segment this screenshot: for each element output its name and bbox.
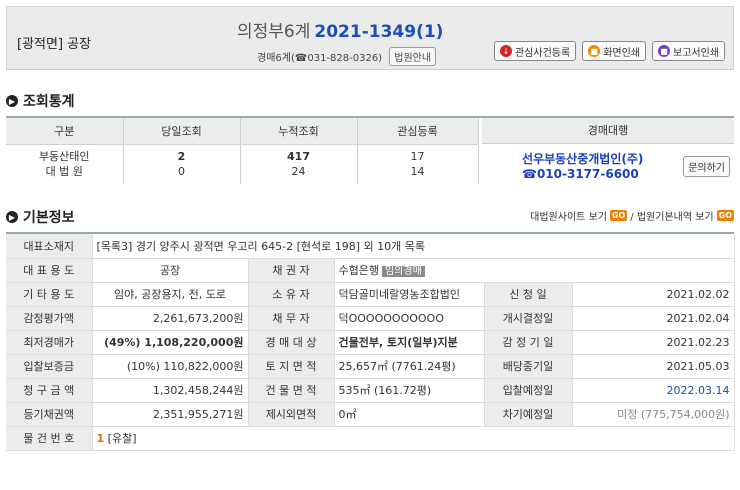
- court-details-link[interactable]: / 법원기본내역 보기: [630, 208, 713, 223]
- field-value: 건물전부, 토지(일부)지분: [334, 330, 485, 355]
- item-number: 1 [유찰]: [92, 426, 735, 451]
- supreme-court-link[interactable]: 대법원사이트 보기: [530, 208, 607, 223]
- field-label: 입찰예정일: [484, 378, 573, 403]
- case-title: 의정부6계 2021-1349(1): [237, 17, 443, 42]
- field-label: 배당종기일: [484, 354, 573, 379]
- field-value: 덕담골미네랄영농조합법인: [334, 282, 485, 307]
- field-label: 대표소재지: [6, 234, 93, 259]
- inquiry-button[interactable]: 문의하기: [683, 156, 730, 177]
- field-label: 제시외면적: [248, 402, 335, 427]
- stats-table: 구분 당일조회 누적조회 관심등록 부동산태인 대 법 원 20 417 24 17…: [6, 116, 734, 186]
- column-header: 관심등록: [357, 118, 479, 145]
- go-button[interactable]: GO: [609, 210, 628, 221]
- case-header: [광적면] 공장 의정부6계 2021-1349(1) 경매6계(☎031-828…: [6, 6, 734, 70]
- field-value: 임야, 공장용지, 전, 도로: [92, 282, 249, 307]
- field-value: 공장: [92, 258, 249, 283]
- address-value: [목록3] 경기 양주시 광적면 우고리 645-2 [현석로 198] 외 1…: [92, 234, 735, 259]
- print-screen-button[interactable]: ■ 화면인쇄: [582, 41, 646, 61]
- stats-today: 20: [123, 144, 241, 184]
- column-header: 당일조회: [123, 118, 241, 145]
- report-icon: ■: [658, 45, 670, 57]
- court-contact: 경매6계(☎031-828-0326) 법원안내: [257, 47, 437, 66]
- field-label: 경 매 대 상: [248, 330, 335, 355]
- field-label: 채 권 자: [248, 258, 335, 283]
- field-label: 최저경매가: [6, 330, 93, 355]
- add-interest-button[interactable]: ↓ 관심사건등록: [493, 41, 577, 61]
- court-info-button[interactable]: 법원안내: [389, 47, 437, 66]
- stats-interest: 17 14: [357, 144, 479, 184]
- auction-type-badge: 임의경매: [381, 266, 425, 277]
- download-icon: ↓: [499, 45, 512, 57]
- stats-labels: 부동산태인 대 법 원: [6, 144, 124, 184]
- printer-icon: ■: [588, 45, 601, 57]
- field-value: 2,261,673,200원: [92, 306, 249, 331]
- basic-info-table: 대표소재지 [목록3] 경기 양주시 광적면 우고리 645-2 [현석로 19…: [6, 232, 735, 451]
- field-label: 소 유 자: [248, 282, 335, 307]
- auction-agent: 경매대행 선우부동산중개법인(주) ☎010-3177-6600 문의하기: [482, 118, 734, 186]
- external-links: 대법원사이트 보기 GO / 법원기본내역 보기 GO: [530, 208, 734, 223]
- field-label: 신 청 일: [484, 282, 573, 307]
- arrow-circle-icon: ▶: [6, 211, 18, 223]
- field-label: 감정평가액: [6, 306, 93, 331]
- field-value: 2021.02.23: [572, 330, 735, 355]
- field-value: 2,351,955,271원: [92, 402, 249, 427]
- bid-date[interactable]: 2022.03.14: [572, 378, 735, 403]
- court-name: 의정부6계: [237, 22, 311, 42]
- field-label: 등기채권액: [6, 402, 93, 427]
- field-value: 25,657㎡ (7761.24평): [334, 354, 485, 379]
- field-value: 2021.02.02: [572, 282, 735, 307]
- phone-icon: ☎: [294, 53, 308, 64]
- column-header: 누적조회: [240, 118, 358, 145]
- field-label: 개시결정일: [484, 306, 573, 331]
- field-value: 1,302,458,244원: [92, 378, 249, 403]
- field-value: (49%) 1,108,220,000원: [92, 330, 249, 355]
- field-label: 감 정 기 일: [484, 330, 573, 355]
- column-header: 구분: [6, 118, 124, 145]
- basic-section-title: ▶ 기본정보: [6, 207, 75, 227]
- field-value: 0㎡: [334, 402, 485, 427]
- field-label: 차기예정일: [484, 402, 573, 427]
- print-report-button[interactable]: ■ 보고서인쇄: [652, 41, 725, 61]
- field-label: 물 건 번 호: [6, 426, 93, 451]
- field-label: 토 지 면 적: [248, 354, 335, 379]
- property-tag: [광적면] 공장: [17, 37, 92, 52]
- field-value: 2021.05.03: [572, 354, 735, 379]
- field-value: (10%) 110,822,000원: [92, 354, 249, 379]
- field-label: 청 구 금 액: [6, 378, 93, 403]
- arrow-circle-icon: ▶: [6, 95, 18, 107]
- field-value: 덕OOOOOOOOOOO: [334, 306, 485, 331]
- stats-section-title: ▶ 조회통계: [6, 91, 75, 111]
- field-value: 미정 (775,754,000원): [572, 402, 735, 427]
- field-label: 대 표 용 도: [6, 258, 93, 283]
- field-value: 535㎡ (161.72평): [334, 378, 485, 403]
- stats-total: 417 24: [240, 144, 358, 184]
- go-button[interactable]: GO: [716, 210, 734, 221]
- field-value: 수협은행 임의경매: [334, 258, 735, 283]
- field-label: 기 타 용 도: [6, 282, 93, 307]
- field-label: 건 물 면 적: [248, 378, 335, 403]
- field-value: 2021.02.04: [572, 306, 735, 331]
- case-number: 2021-1349(1): [314, 22, 444, 42]
- field-label: 채 무 자: [248, 306, 335, 331]
- agent-phone: ☎010-3177-6600: [522, 167, 639, 181]
- field-label: 입찰보증금: [6, 354, 93, 379]
- agent-name-link[interactable]: 선우부동산중개법인(주): [522, 150, 643, 167]
